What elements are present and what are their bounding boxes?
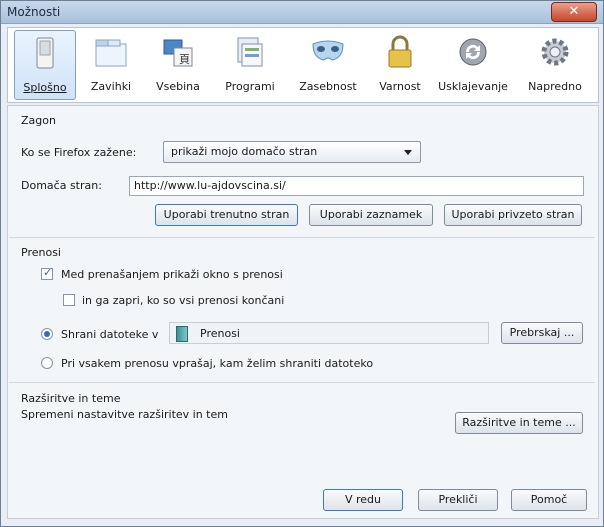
show-downloads-checkbox[interactable] [41, 266, 53, 280]
tab-security[interactable]: Varnost [372, 30, 428, 98]
save-to-radio[interactable] [41, 328, 53, 340]
close-when-done-label: in ga zapri, ko so vsi prenosi končani [82, 294, 285, 307]
browse-button[interactable]: Prebrskaj ... [501, 322, 583, 344]
downloads-heading: Prenosi [21, 246, 61, 259]
startup-dropdown[interactable]: prikaži mojo domačo stran [163, 141, 421, 163]
sync-icon [459, 38, 487, 66]
tab-tabs[interactable]: Zavihki [80, 30, 142, 98]
save-to-label: Shrani datoteke v [61, 328, 159, 341]
folder-icon [176, 326, 188, 342]
gear-icon [541, 38, 569, 66]
applications-icon [237, 37, 263, 67]
settings-panel [7, 105, 599, 519]
window-title: Možnosti [7, 5, 61, 19]
ok-button[interactable]: V redu [323, 489, 403, 511]
options-dialog: Možnosti ✕ Splošno Zavihki 頁 Vsebina Pro… [0, 0, 604, 527]
svg-text:頁: 頁 [179, 53, 190, 66]
close-button[interactable]: ✕ [551, 2, 597, 22]
tab-advanced[interactable]: Napredno [518, 30, 592, 98]
mask-icon [312, 40, 344, 61]
download-folder-field: Prenosi [169, 322, 489, 344]
cancel-button[interactable]: Prekliči [418, 489, 498, 511]
divider [9, 237, 595, 238]
show-downloads-label: Med prenašanjem prikaži okno s prenosi [61, 268, 283, 281]
help-button[interactable]: Pomoč [511, 489, 587, 511]
tab-sync[interactable]: Usklajevanje [434, 30, 512, 98]
addons-heading: Razširitve in teme [21, 392, 121, 405]
close-icon: ✕ [568, 4, 580, 19]
home-page-label: Domača stran: [21, 179, 102, 192]
tabs-icon [95, 39, 127, 67]
use-current-page-button[interactable]: Uporabi trenutno stran [155, 204, 298, 226]
close-when-done-checkbox[interactable] [63, 294, 75, 306]
tab-applications[interactable]: Programi [216, 30, 284, 98]
category-toolbar: Splošno Zavihki 頁 Vsebina Programi Zaseb… [7, 27, 599, 103]
startup-when-label: Ko se Firefox zažene: [21, 146, 137, 159]
download-folder-name: Prenosi [200, 327, 240, 340]
lock-icon [388, 35, 412, 68]
title-bar: Možnosti ✕ [1, 1, 603, 24]
tab-privacy[interactable]: Zasebnost [292, 30, 364, 98]
addons-description: Spremeni nastavitve razširitev in tem [21, 408, 228, 421]
always-ask-radio[interactable] [41, 357, 53, 369]
use-bookmark-button[interactable]: Uporabi zaznamek [309, 204, 433, 226]
divider [9, 382, 595, 383]
chevron-down-icon [404, 150, 412, 155]
switch-icon [36, 37, 54, 69]
addons-button[interactable]: Razširitve in teme ... [455, 412, 583, 434]
always-ask-label: Pri vsakem prenosu vprašaj, kam želim sh… [61, 357, 374, 370]
content-icon: 頁 [163, 39, 193, 67]
tab-content[interactable]: 頁 Vsebina [148, 30, 208, 98]
startup-heading: Zagon [21, 114, 56, 127]
startup-dropdown-value: prikaži mojo domačo stran [171, 145, 318, 158]
home-page-input[interactable]: http://www.lu-ajdovscina.si/ [129, 176, 584, 196]
use-default-page-button[interactable]: Uporabi privzeto stran [444, 204, 582, 226]
tab-general[interactable]: Splošno [14, 30, 76, 100]
